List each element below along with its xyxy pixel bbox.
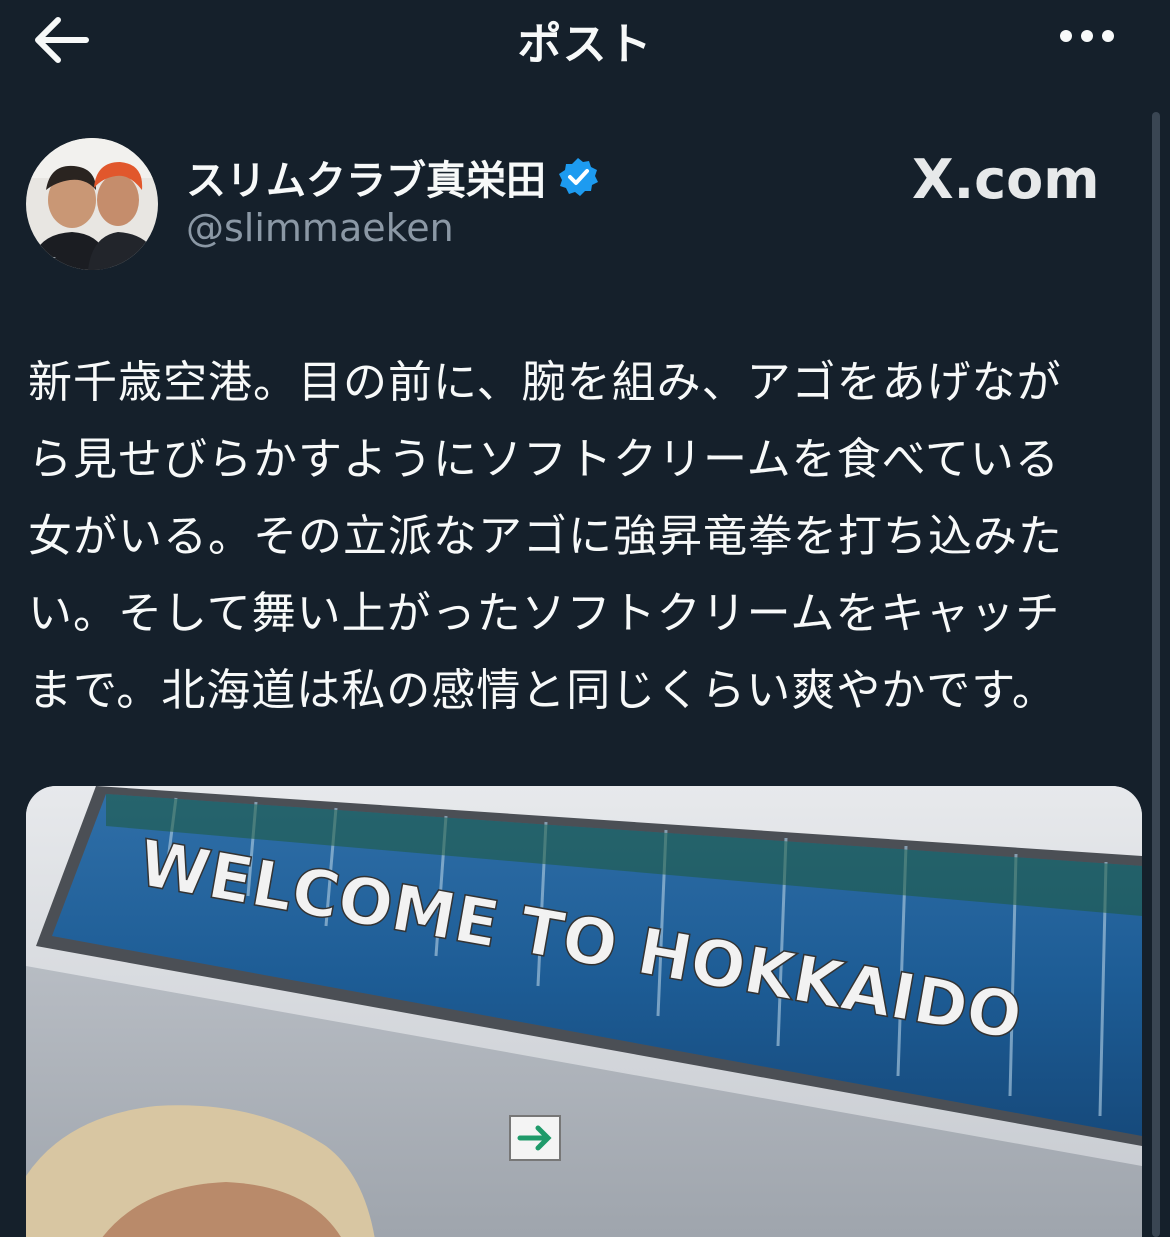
display-name: スリムクラブ真栄田 (186, 158, 546, 204)
post-text: 新千歳空港。目の前に、腕を組み、アゴをあげなが ら見せびらかすようにソフトクリー… (28, 344, 1128, 729)
post-detail-screen: ポスト WE スリムクラブ真栄田 @slimmaeken X.com 新千歳空港… (0, 0, 1170, 1237)
svg-text:WE: WE (40, 256, 56, 267)
post-text-line: 新千歳空港。目の前に、腕を組み、アゴをあげなが (28, 357, 1062, 408)
post-media-image[interactable]: WELCOME TO HOKKAIDO (26, 786, 1142, 1237)
page-title: ポスト (517, 19, 653, 70)
source-label: X.com (912, 148, 1100, 211)
post-text-line: 女がいる。その立派なアゴに強昇竜拳を打ち込みた (28, 511, 1063, 562)
author-handle[interactable]: @slimmaeken (186, 206, 454, 250)
media-photo: WELCOME TO HOKKAIDO (26, 786, 1142, 1237)
scrollbar-thumb[interactable] (1152, 112, 1160, 1237)
post-text-line: ら見せびらかすようにソフトクリームを食べている (28, 434, 1060, 485)
post-text-line: まで。北海道は私の感情と同じくらい爽やかです。 (28, 665, 1057, 716)
verified-badge-icon (559, 158, 599, 196)
more-horizontal-icon (1060, 30, 1114, 42)
avatar-photo: WE (26, 138, 158, 270)
avatar[interactable]: WE (26, 138, 158, 270)
top-bar: ポスト (0, 0, 1170, 80)
post-text-line: い。そして舞い上がったソフトクリームをキャッチ (28, 588, 1061, 639)
author-name-row[interactable]: スリムクラブ真栄田 (186, 148, 599, 208)
more-options-button[interactable] (1052, 20, 1122, 52)
